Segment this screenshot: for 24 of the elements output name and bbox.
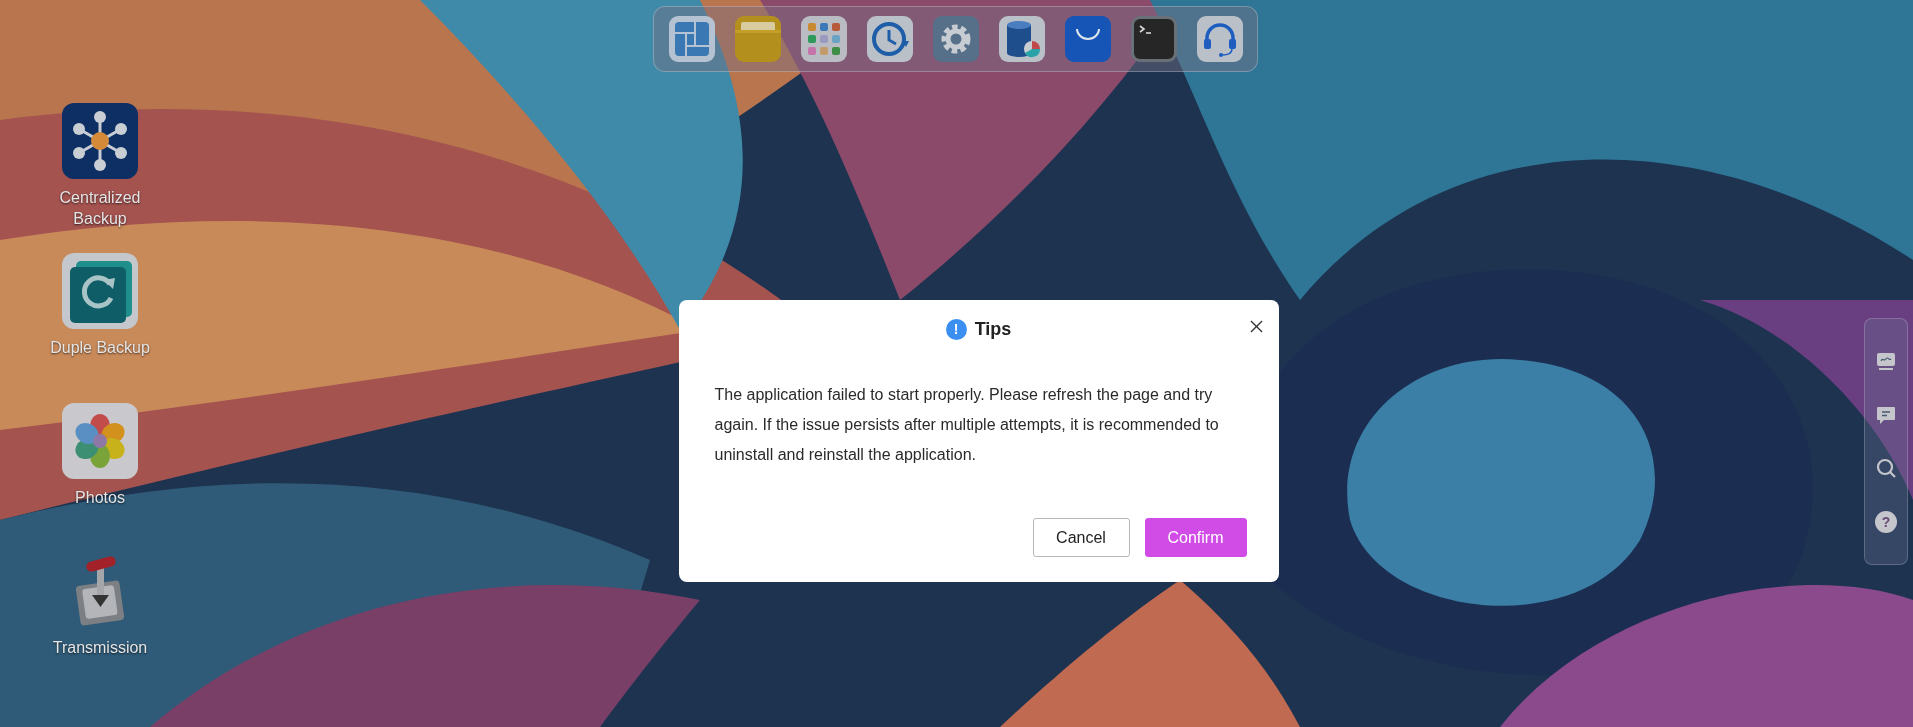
icon-label: Duple Backup [49,338,151,358]
headset-icon[interactable] [1196,16,1243,62]
clock-icon[interactable] [866,16,913,62]
close-icon[interactable] [1249,320,1263,333]
icon-label: Photos [74,488,126,508]
settings-icon[interactable] [932,16,979,62]
terminal-icon[interactable] [1130,16,1177,62]
search-icon[interactable] [1875,457,1897,480]
cancel-button[interactable]: Cancel [1032,518,1130,557]
database-icon[interactable] [998,16,1045,62]
icon-label: Centralized Backup [58,188,142,229]
apps-grid-icon[interactable] [800,16,847,62]
icon-label: Transmission [51,638,149,658]
shopping-bag-icon[interactable] [1064,16,1111,62]
info-icon: ! [945,318,967,340]
layout-icon[interactable] [668,16,715,62]
monitor-icon[interactable] [1875,350,1897,373]
folder-icon[interactable] [734,16,781,62]
dialog-title: Tips [974,318,1012,340]
dialog-message: The application failed to start properly. Please refresh the page and try again. If the issue persists after multiple attempts, it is recommended to uninstall and reinstall the application. [714,385,1220,465]
refresh-icon[interactable] [62,253,138,329]
confirm-button[interactable]: Confirm [1144,518,1247,557]
network-icon[interactable] [62,103,138,179]
flower-icon[interactable] [62,403,138,479]
